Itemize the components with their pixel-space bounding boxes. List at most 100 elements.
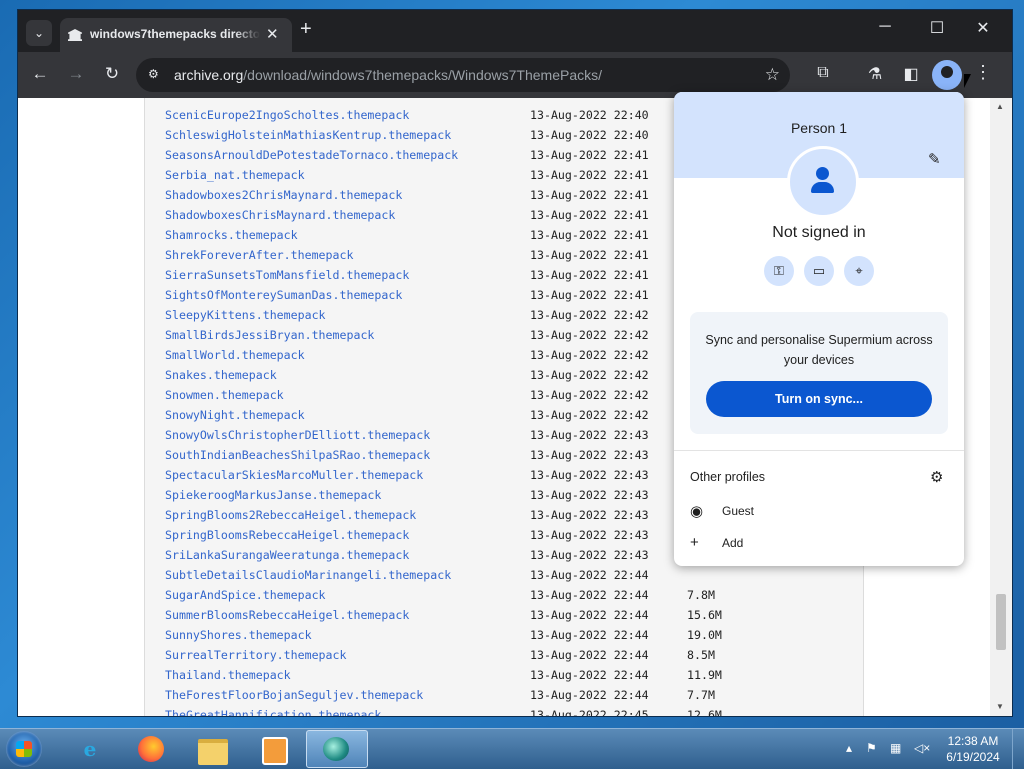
- file-link[interactable]: SleepyKittens.themepack: [165, 308, 326, 322]
- file-date: 13-Aug-2022 22:42: [530, 308, 649, 322]
- turn-on-sync-button[interactable]: Turn on sync...: [706, 381, 932, 417]
- file-date: 13-Aug-2022 22:41: [530, 288, 649, 302]
- table-row: TheGreatHannification.themepack 13-Aug-20…: [145, 706, 863, 716]
- file-date: 13-Aug-2022 22:44: [530, 568, 649, 582]
- add-profile-icon[interactable]: +: [690, 534, 699, 551]
- file-link[interactable]: Shadowboxes2ChrisMaynard.themepack: [165, 188, 402, 202]
- file-date: 13-Aug-2022 22:42: [530, 408, 649, 422]
- file-date: 13-Aug-2022 22:44: [530, 628, 649, 642]
- scroll-down-arrow-icon[interactable]: ▼: [996, 702, 1004, 711]
- file-link[interactable]: SpringBloomsRebeccaHeigel.themepack: [165, 528, 409, 542]
- guest-profile-item[interactable]: Guest: [722, 504, 754, 518]
- file-size: 7.7M: [687, 688, 715, 702]
- passwords-key-icon[interactable]: ⚿: [764, 256, 794, 286]
- supermium-taskbar-button[interactable]: [306, 730, 368, 768]
- file-link[interactable]: SummerBloomsRebeccaHeigel.themepack: [165, 608, 409, 622]
- guest-profile-icon[interactable]: ◉: [690, 502, 703, 520]
- minimize-button[interactable]: ─: [870, 18, 900, 36]
- file-link[interactable]: SeasonsArnouldDePotestadeTornaco.themepa…: [165, 148, 458, 162]
- profile-avatar-button[interactable]: [932, 60, 962, 90]
- file-link[interactable]: SightsOfMontereySumanDas.themepack: [165, 288, 402, 302]
- file-date: 13-Aug-2022 22:43: [530, 468, 649, 482]
- volume-muted-icon[interactable]: ◁×: [914, 741, 930, 755]
- sync-description: Sync and personalise Supermium across yo…: [705, 333, 933, 367]
- edit-pencil-icon[interactable]: ✎: [928, 150, 941, 168]
- file-date: 13-Aug-2022 22:43: [530, 428, 649, 442]
- table-row: SummerBloomsRebeccaHeigel.themepack 13-Au…: [145, 606, 863, 626]
- file-size: 8.5M: [687, 648, 715, 662]
- tab-search-button[interactable]: ⌄: [26, 20, 52, 46]
- network-icon[interactable]: ▦: [890, 741, 901, 755]
- addresses-location-icon[interactable]: ⌖: [844, 256, 874, 286]
- site-info-icon[interactable]: ⚙: [148, 67, 162, 81]
- back-button[interactable]: ←: [27, 64, 53, 84]
- vertical-scrollbar[interactable]: ▲ ▼: [990, 98, 1012, 716]
- file-link[interactable]: SnowyNight.themepack: [165, 408, 305, 422]
- system-clock[interactable]: 12:38 AM 6/19/2024: [940, 733, 1006, 765]
- file-link[interactable]: Snowmen.themepack: [165, 388, 284, 402]
- file-date: 13-Aug-2022 22:41: [530, 148, 649, 162]
- file-date: 13-Aug-2022 22:41: [530, 248, 649, 262]
- scroll-thumb[interactable]: [996, 594, 1006, 650]
- file-link[interactable]: SurrealTerritory.themepack: [165, 648, 346, 662]
- file-link[interactable]: SouthIndianBeachesShilpaSRao.themepack: [165, 448, 430, 462]
- browser-menu-button[interactable]: ⋮: [974, 62, 992, 83]
- file-link[interactable]: SnowyOwlsChristopherDElliott.themepack: [165, 428, 430, 442]
- file-link[interactable]: SubtleDetailsClaudioMarinangeli.themepac…: [165, 568, 451, 582]
- file-link[interactable]: SmallBirdsJessiBryan.themepack: [165, 328, 374, 342]
- file-link[interactable]: SmallWorld.themepack: [165, 348, 305, 362]
- media-player-icon[interactable]: [252, 733, 292, 765]
- file-link[interactable]: TheForestFloorBojanSeguljev.themepack: [165, 688, 423, 702]
- clock-date: 6/19/2024: [946, 750, 1000, 764]
- close-window-button[interactable]: ✕: [968, 18, 998, 38]
- file-link[interactable]: SpringBlooms2RebeccaHeigel.themepack: [165, 508, 416, 522]
- file-link[interactable]: SriLankaSurangaWeeratunga.themepack: [165, 548, 409, 562]
- show-hidden-icons-icon[interactable]: ▴: [846, 741, 852, 755]
- file-link[interactable]: SierraSunsetsTomMansfield.themepack: [165, 268, 409, 282]
- file-date: 13-Aug-2022 22:41: [530, 188, 649, 202]
- file-link[interactable]: SpiekeroogMarkusJanse.themepack: [165, 488, 381, 502]
- file-link[interactable]: TheGreatHannification.themepack: [165, 708, 381, 716]
- side-panel-icon[interactable]: ◧: [900, 64, 922, 84]
- file-date: 13-Aug-2022 22:44: [530, 668, 649, 682]
- scroll-up-arrow-icon[interactable]: ▲: [996, 102, 1004, 111]
- file-link[interactable]: ShrekForeverAfter.themepack: [165, 248, 353, 262]
- file-date: 13-Aug-2022 22:40: [530, 128, 649, 142]
- file-link[interactable]: SpectacularSkiesMarcoMuller.themepack: [165, 468, 423, 482]
- firefox-icon[interactable]: [130, 733, 170, 765]
- show-desktop-button[interactable]: [1012, 729, 1024, 769]
- file-link[interactable]: SugarAndSpice.themepack: [165, 588, 326, 602]
- file-date: 13-Aug-2022 22:43: [530, 548, 649, 562]
- archive-favicon-icon: [68, 29, 82, 41]
- file-link[interactable]: SchleswigHolsteinMathiasKentrup.themepac…: [165, 128, 451, 142]
- new-tab-button[interactable]: +: [300, 18, 312, 41]
- file-date: 13-Aug-2022 22:42: [530, 348, 649, 362]
- forward-button[interactable]: →: [63, 64, 89, 84]
- file-link[interactable]: Shamrocks.themepack: [165, 228, 298, 242]
- labs-flask-icon[interactable]: ⚗: [864, 64, 886, 84]
- url-text[interactable]: archive.org/download/windows7themepacks/…: [174, 67, 602, 83]
- file-link[interactable]: Snakes.themepack: [165, 368, 277, 382]
- file-link[interactable]: ShadowboxesChrisMaynard.themepack: [165, 208, 395, 222]
- file-date: 13-Aug-2022 22:44: [530, 608, 649, 622]
- reload-button[interactable]: ↻: [99, 64, 125, 84]
- file-link[interactable]: ScenicEurope2IngoScholtes.themepack: [165, 108, 409, 122]
- manage-profiles-gear-icon[interactable]: ⚙: [930, 468, 943, 486]
- address-bar[interactable]: ⚙ archive.org/download/windows7themepack…: [136, 58, 790, 92]
- profile-avatar: [787, 146, 859, 218]
- file-link[interactable]: Thailand.themepack: [165, 668, 291, 682]
- file-link[interactable]: Serbia_nat.themepack: [165, 168, 305, 182]
- action-center-flag-icon[interactable]: ⚑: [866, 741, 877, 755]
- add-profile-item[interactable]: Add: [722, 536, 743, 550]
- tab-close-icon[interactable]: ✕: [266, 25, 279, 43]
- clock-time: 12:38 AM: [947, 734, 999, 748]
- internet-explorer-icon[interactable]: e: [70, 733, 110, 765]
- start-button[interactable]: [6, 731, 42, 767]
- maximize-button[interactable]: ☐: [922, 18, 952, 38]
- file-link[interactable]: SunnyShores.themepack: [165, 628, 312, 642]
- extensions-icon[interactable]: ⧉: [812, 64, 834, 82]
- tab-archive[interactable]: windows7themepacks director ✕: [60, 18, 292, 52]
- payment-card-icon[interactable]: ▭: [804, 256, 834, 286]
- file-explorer-icon[interactable]: [192, 733, 232, 765]
- bookmark-star-icon[interactable]: ☆: [765, 65, 780, 85]
